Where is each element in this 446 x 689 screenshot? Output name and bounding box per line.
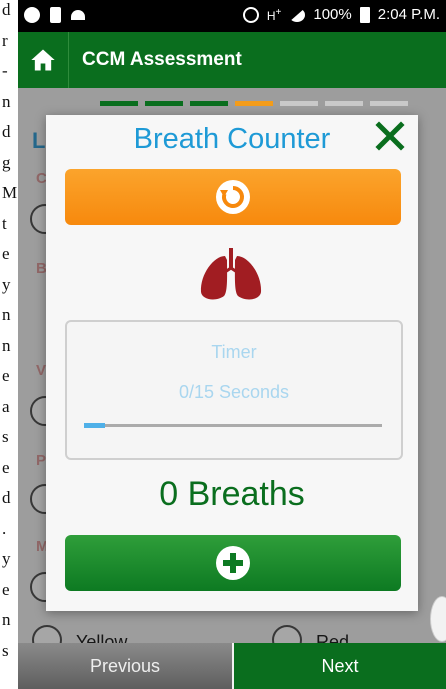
previous-button[interactable]: Previous bbox=[18, 643, 232, 689]
strip-letter: d bbox=[2, 122, 11, 141]
progress-steps bbox=[100, 101, 408, 106]
progress-step bbox=[100, 101, 138, 106]
reset-button[interactable] bbox=[65, 169, 401, 225]
strip-letter: n bbox=[2, 335, 11, 355]
strip-letter: y bbox=[2, 549, 11, 568]
plus-icon bbox=[216, 546, 250, 580]
timer-panel: Timer 0/15 Seconds bbox=[65, 320, 403, 460]
messenger-icon bbox=[24, 7, 40, 23]
next-button[interactable]: Next bbox=[234, 643, 446, 689]
close-button[interactable] bbox=[370, 116, 410, 156]
strip-letter: n bbox=[2, 91, 11, 111]
strip-letter: s bbox=[2, 640, 9, 660]
strip-letter: n bbox=[2, 305, 11, 324]
strip-letter: M bbox=[2, 183, 18, 202]
progress-step bbox=[190, 101, 228, 106]
background-page-strip: dr-ndgMteynneased.yens bbox=[0, 0, 18, 689]
timer-progress-fill bbox=[84, 423, 105, 428]
strip-letter: e bbox=[2, 244, 10, 263]
progress-step bbox=[370, 101, 408, 106]
progress-step bbox=[145, 101, 183, 106]
timer-progress-bar bbox=[84, 423, 382, 428]
strip-letter: d bbox=[2, 0, 11, 19]
strip-letter: a bbox=[2, 396, 10, 416]
strip-letter: - bbox=[2, 61, 8, 80]
add-breath-button[interactable] bbox=[65, 535, 401, 591]
lungs-icon bbox=[200, 248, 262, 300]
signal-icon bbox=[289, 7, 306, 22]
timer-seconds: 0/15 Seconds bbox=[178, 382, 290, 402]
strip-letter: y bbox=[2, 274, 11, 294]
bottom-navigation: Previous Next bbox=[18, 643, 446, 689]
strip-letter: e bbox=[2, 457, 10, 477]
wifi-icon bbox=[71, 10, 85, 20]
strip-letter: g bbox=[2, 152, 11, 172]
alarm-icon bbox=[242, 6, 259, 23]
home-icon bbox=[31, 49, 55, 71]
timer-label: Timer bbox=[211, 342, 257, 362]
home-button[interactable] bbox=[18, 32, 69, 88]
status-bar: H+ 100% 2:04 P.M. bbox=[18, 0, 446, 32]
battery-saver-icon bbox=[50, 7, 61, 23]
strip-letter: n bbox=[2, 610, 11, 629]
progress-step bbox=[235, 101, 273, 106]
close-icon bbox=[375, 121, 405, 151]
strip-letter: r bbox=[2, 30, 8, 50]
strip-letter: t bbox=[2, 213, 7, 233]
breath-count: 0 Breaths bbox=[159, 475, 305, 513]
battery-icon bbox=[359, 6, 370, 23]
progress-step bbox=[325, 101, 363, 106]
clock: 2:04 P.M. bbox=[377, 6, 440, 23]
strip-letter: e bbox=[2, 579, 10, 599]
progress-step bbox=[280, 101, 318, 106]
strip-letter: d bbox=[2, 488, 11, 507]
app-header: CCM Assessment bbox=[18, 32, 446, 88]
strip-letter: . bbox=[2, 518, 7, 538]
strip-letter: s bbox=[2, 427, 9, 446]
reset-icon bbox=[216, 180, 250, 214]
page-title: CCM Assessment bbox=[82, 49, 242, 70]
data-indicator-icon: H+ bbox=[266, 6, 282, 23]
strip-letter: e bbox=[2, 366, 10, 385]
battery-percent: 100% bbox=[313, 6, 352, 23]
dialog-title: Breath Counter bbox=[133, 123, 331, 155]
breath-counter-dialog: Breath Counter Timer 0/15 Seconds 0 Brea… bbox=[46, 115, 418, 611]
